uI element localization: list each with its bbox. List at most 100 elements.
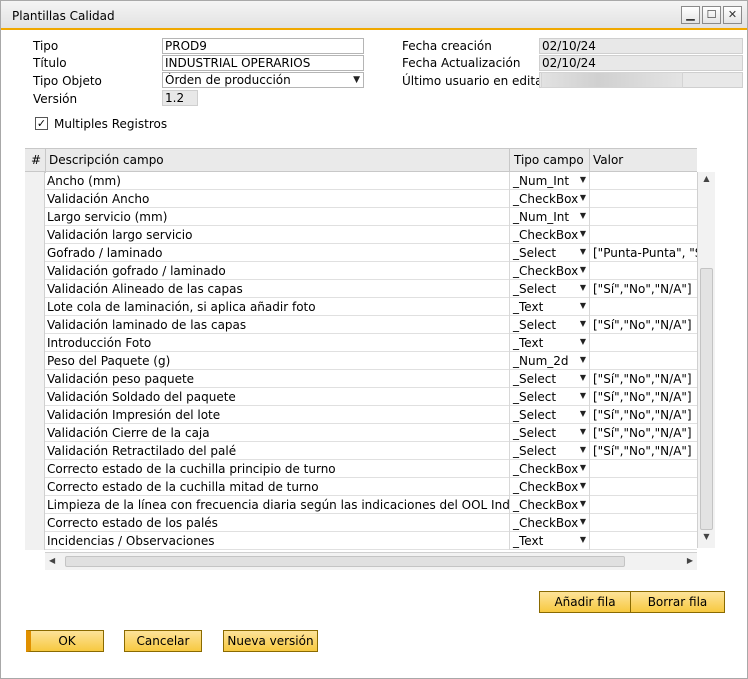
row-index-cell[interactable] — [25, 298, 45, 316]
valor-cell[interactable]: ["Sí","No","N/A"] — [589, 388, 697, 406]
chevron-down-icon[interactable]: ▼ — [580, 283, 586, 292]
descripcion-cell[interactable]: Correcto estado de los palés — [47, 516, 509, 530]
descripcion-cell[interactable]: Validación Alineado de las capas — [47, 282, 509, 296]
row-index-cell[interactable] — [25, 460, 45, 478]
row-index-cell[interactable] — [25, 532, 45, 550]
descripcion-cell[interactable]: Largo servicio (mm) — [47, 210, 509, 224]
descripcion-cell[interactable]: Limpieza de la línea con frecuencia diar… — [47, 498, 509, 512]
tipo-campo-cell[interactable]: _CheckBox ▼ — [509, 460, 589, 478]
table-row[interactable]: Largo servicio (mm) _Num_Int ▼ — [25, 208, 697, 226]
table-row[interactable]: Ancho (mm) _Num_Int ▼ — [25, 172, 697, 190]
row-index-cell[interactable] — [25, 442, 45, 460]
chevron-down-icon[interactable]: ▼ — [580, 265, 586, 274]
multiples-registros-checkbox[interactable]: ✓ — [35, 117, 48, 130]
tipo-campo-cell[interactable]: _Num_Int ▼ — [509, 172, 589, 190]
row-index-cell[interactable] — [25, 280, 45, 298]
descripcion-cell[interactable]: Validación Soldado del paquete — [47, 390, 509, 404]
chevron-down-icon[interactable]: ▼ — [580, 427, 586, 436]
chevron-down-icon[interactable]: ▼ — [580, 319, 586, 328]
valor-cell[interactable] — [589, 514, 697, 532]
valor-cell[interactable]: ["Sí","No","N/A"] — [589, 406, 697, 424]
row-index-cell[interactable] — [25, 370, 45, 388]
table-row[interactable]: Validación Impresión del lote _Select ▼ ["S… — [25, 406, 697, 424]
chevron-down-icon[interactable]: ▼ — [580, 481, 586, 490]
tipo-campo-cell[interactable]: _Select ▼ — [509, 316, 589, 334]
descripcion-cell[interactable]: Validación largo servicio — [47, 228, 509, 242]
descripcion-cell[interactable]: Validación peso paquete — [47, 372, 509, 386]
tipo-campo-cell[interactable]: _Select ▼ — [509, 406, 589, 424]
tipo-campo-cell[interactable]: _CheckBox ▼ — [509, 262, 589, 280]
table-row[interactable]: Validación gofrado / laminado _CheckBox ▼ — [25, 262, 697, 280]
tipo-campo-cell[interactable]: _Num_2d ▼ — [509, 352, 589, 370]
tipo-campo-cell[interactable]: _CheckBox ▼ — [509, 496, 589, 514]
chevron-down-icon[interactable]: ▼ — [580, 499, 586, 508]
new-version-button[interactable]: Nueva versión — [223, 630, 318, 652]
chevron-down-icon[interactable]: ▼ — [580, 355, 586, 364]
valor-cell[interactable]: ["Sí","No","N/A"] — [589, 280, 697, 298]
row-index-cell[interactable] — [25, 316, 45, 334]
descripcion-cell[interactable]: Correcto estado de la cuchilla principio… — [47, 462, 509, 476]
chevron-down-icon[interactable]: ▼ — [580, 463, 586, 472]
horizontal-scroll-thumb[interactable] — [65, 556, 625, 567]
maximize-icon[interactable]: ☐ — [702, 6, 721, 24]
chevron-down-icon[interactable]: ▼ — [580, 301, 586, 310]
descripcion-cell[interactable]: Lote cola de laminación, si aplica añadi… — [47, 300, 509, 314]
scroll-right-icon[interactable]: ▶ — [687, 556, 693, 565]
table-row[interactable]: Limpieza de la línea con frecuencia diar… — [25, 496, 697, 514]
ok-button[interactable]: OK — [26, 630, 104, 652]
chevron-down-icon[interactable]: ▼ — [580, 247, 586, 256]
valor-cell[interactable] — [589, 172, 697, 190]
scroll-left-icon[interactable]: ◀ — [49, 556, 55, 565]
descripcion-cell[interactable]: Gofrado / laminado — [47, 246, 509, 260]
table-row[interactable]: Validación largo servicio _CheckBox ▼ — [25, 226, 697, 244]
chevron-down-icon[interactable]: ▼ — [580, 337, 586, 346]
chevron-down-icon[interactable]: ▼ — [580, 175, 586, 184]
row-index-cell[interactable] — [25, 514, 45, 532]
row-index-cell[interactable] — [25, 208, 45, 226]
table-row[interactable]: Correcto estado de la cuchilla principio… — [25, 460, 697, 478]
cancel-button[interactable]: Cancelar — [124, 630, 202, 652]
table-row[interactable]: Lote cola de laminación, si aplica añadi… — [25, 298, 697, 316]
horizontal-scrollbar[interactable]: ◀ ▶ — [45, 552, 697, 570]
table-row[interactable]: Validación Alineado de las capas _Select ▼… — [25, 280, 697, 298]
valor-cell[interactable] — [589, 190, 697, 208]
row-index-cell[interactable] — [25, 478, 45, 496]
chevron-down-icon[interactable]: ▼ — [580, 193, 586, 202]
chevron-down-icon[interactable]: ▼ — [580, 391, 586, 400]
table-row[interactable]: Correcto estado de la cuchilla mitad de … — [25, 478, 697, 496]
tipo-field[interactable]: PROD9 — [162, 38, 364, 54]
valor-cell[interactable] — [589, 460, 697, 478]
chevron-down-icon[interactable]: ▼ — [580, 373, 586, 382]
valor-cell[interactable] — [589, 352, 697, 370]
valor-cell[interactable] — [589, 334, 697, 352]
valor-cell[interactable]: ["Sí","No","N/A"] — [589, 370, 697, 388]
valor-cell[interactable]: ["Punta-Punta", "St — [589, 244, 697, 262]
titulo-field[interactable]: INDUSTRIAL OPERARIOS — [162, 55, 364, 71]
row-index-cell[interactable] — [25, 388, 45, 406]
header-tipo-campo[interactable]: Tipo campo — [514, 153, 584, 167]
tipo-campo-cell[interactable]: _Select ▼ — [509, 388, 589, 406]
header-index[interactable]: # — [31, 153, 41, 167]
table-row[interactable]: Validación Retractilado del palé _Select ▼… — [25, 442, 697, 460]
table-row[interactable]: Correcto estado de los palés _CheckBox ▼ — [25, 514, 697, 532]
chevron-down-icon[interactable]: ▼ — [580, 535, 586, 544]
valor-cell[interactable] — [589, 262, 697, 280]
tipo-campo-cell[interactable]: _Num_Int ▼ — [509, 208, 589, 226]
valor-cell[interactable] — [589, 208, 697, 226]
tipo-campo-cell[interactable]: _Text ▼ — [509, 532, 589, 550]
tipo-campo-cell[interactable]: _Select ▼ — [509, 370, 589, 388]
chevron-down-icon[interactable]: ▼ — [580, 409, 586, 418]
valor-cell[interactable]: ["Sí","No","N/A"] — [589, 316, 697, 334]
tipo-campo-cell[interactable]: _CheckBox ▼ — [509, 514, 589, 532]
table-row[interactable]: Validación peso paquete _Select ▼ ["Sí","No… — [25, 370, 697, 388]
vertical-scrollbar[interactable]: ▲ ▼ — [697, 172, 715, 548]
table-row[interactable]: Gofrado / laminado _Select ▼ ["Punta-Punta"… — [25, 244, 697, 262]
valor-cell[interactable] — [589, 298, 697, 316]
row-index-cell[interactable] — [25, 496, 45, 514]
header-valor[interactable]: Valor — [593, 153, 623, 167]
row-index-cell[interactable] — [25, 406, 45, 424]
delete-row-button[interactable]: Borrar fila — [630, 591, 725, 613]
chevron-down-icon[interactable]: ▼ — [353, 73, 360, 87]
close-icon[interactable]: ✕ — [723, 6, 742, 24]
tipo-objeto-select[interactable]: Órden de producción ▼ — [162, 72, 364, 88]
